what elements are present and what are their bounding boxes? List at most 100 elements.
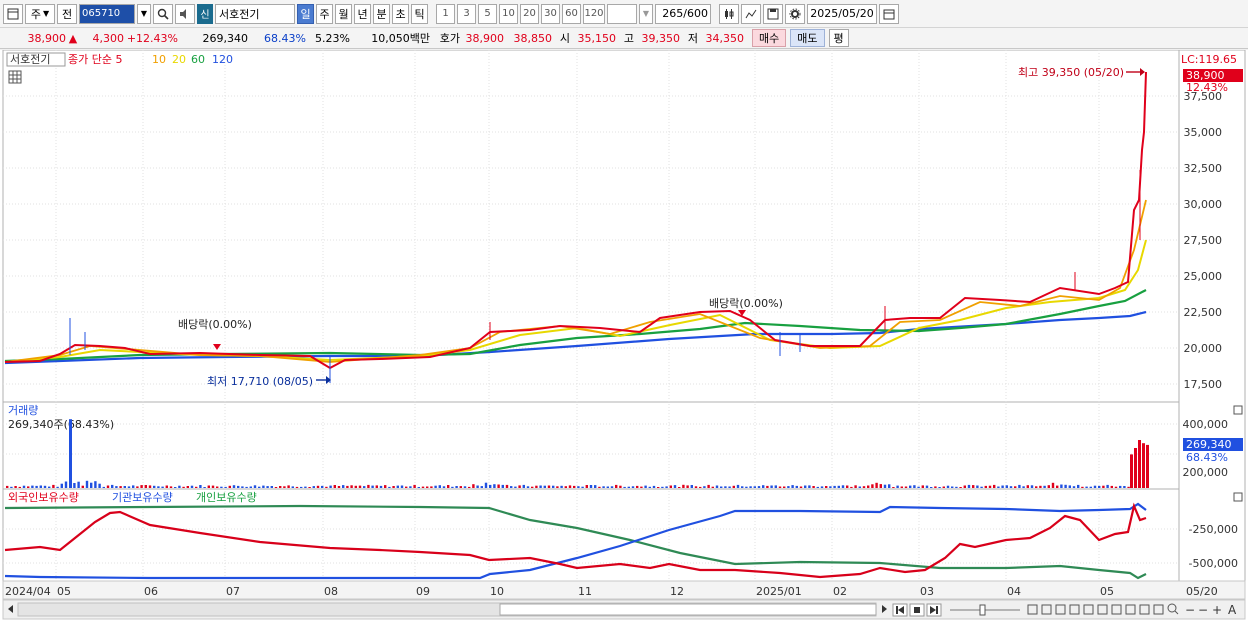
volume-bar [636, 485, 639, 488]
period-day[interactable]: 일 [297, 3, 314, 24]
volume-bar [909, 485, 912, 488]
volume-bar [707, 484, 710, 488]
volume-bar [804, 485, 807, 488]
volume-bar [556, 486, 559, 488]
interval-20[interactable]: 20 [520, 3, 539, 24]
count-input[interactable]: 265 [658, 7, 683, 20]
chart-area[interactable]: 서호전기 종가 단순 5 10 20 60 120 최고 39,350 (05/… [0, 49, 1248, 621]
volume-bar [434, 485, 437, 488]
eval-button[interactable]: 평 [828, 29, 849, 47]
volume-bar [132, 485, 135, 488]
interval-30[interactable]: 30 [541, 3, 560, 24]
window-menu-icon[interactable] [3, 3, 23, 24]
stock-name-field[interactable]: 서호전기 [215, 3, 295, 24]
drawing-tool-icon[interactable] [741, 3, 761, 24]
zoom-out-icon[interactable]: − [1185, 603, 1195, 617]
date-input[interactable]: 2025/05/20 [807, 3, 877, 24]
volume-bar [942, 486, 945, 488]
main-toolbar: 주 ▼ 전 065710 ▼ 신 서호전기 일 주 월 년 분 초 틱 1 3 … [0, 0, 1248, 28]
volume-bar [316, 485, 320, 488]
vol-y-tick-200000: 200,000 [1183, 466, 1229, 479]
gear-icon[interactable] [785, 3, 805, 24]
scrollbar-thumb[interactable] [499, 603, 877, 616]
stock-code-input[interactable]: 065710 [79, 3, 135, 24]
sell-button[interactable]: 매도 [790, 29, 825, 47]
volume-bar [48, 486, 51, 488]
calendar-icon[interactable] [879, 3, 899, 24]
volume-bar [812, 486, 815, 488]
interval-1[interactable]: 1 [436, 3, 455, 24]
x-label-11: 11 [578, 585, 592, 598]
search-icon[interactable] [153, 3, 173, 24]
volume-bar [157, 486, 160, 488]
dividend-label-1: 배당락(0.00%) [178, 318, 252, 331]
volume-bar [480, 486, 483, 488]
volume-bar [623, 486, 626, 488]
volume-bar [1102, 485, 1105, 488]
new-badge: 신 [197, 3, 213, 24]
volume-bar [1110, 485, 1113, 488]
first-page-icon[interactable] [892, 603, 908, 617]
interval-3[interactable]: 3 [457, 3, 476, 24]
volume-bar [900, 486, 903, 488]
volume-bar [728, 486, 731, 488]
holding-y-tick-250000: -250,000 [1189, 523, 1238, 536]
volume-bar [648, 486, 651, 488]
custom-interval-input[interactable] [607, 3, 637, 24]
interval-5[interactable]: 5 [478, 3, 497, 24]
lc-label: LC:119.65 [1181, 53, 1237, 66]
interval-60[interactable]: 60 [562, 3, 581, 24]
current-price: 38,900 [27, 31, 67, 45]
volume-bar [6, 485, 9, 488]
volume-bar [917, 486, 920, 488]
prev-button[interactable]: 전 [57, 3, 77, 24]
period-week[interactable]: 주 [316, 3, 333, 24]
volume-bar [106, 485, 110, 488]
volume-bar [1123, 486, 1126, 488]
stock-label: 서호전기 [10, 53, 50, 66]
low-annotation: 최저 17,710 (08/05) [207, 375, 313, 388]
view-type-select[interactable]: 주 ▼ [25, 3, 55, 24]
y-tick-27500: 27,500 [1184, 234, 1223, 247]
volume-bar [959, 487, 962, 488]
save-icon[interactable] [763, 3, 783, 24]
volume-bar [493, 484, 496, 488]
volume-bar [535, 485, 538, 488]
volume-bar [522, 484, 525, 488]
zoom-in-icon[interactable]: + [1212, 603, 1222, 617]
buy-button[interactable]: 매수 [752, 29, 787, 47]
volume-bar [388, 486, 391, 488]
period-second[interactable]: 초 [392, 3, 409, 24]
period-month[interactable]: 월 [335, 3, 352, 24]
volume-bar [547, 485, 551, 488]
volume-bar [967, 484, 971, 488]
volume-bar [1093, 485, 1097, 488]
volume-bar [757, 486, 761, 488]
volume-bar [501, 484, 504, 488]
volume-bar [837, 485, 840, 488]
auto-scale-icon[interactable]: A [1228, 603, 1237, 617]
candle-type-icon[interactable] [719, 3, 739, 24]
volume-bar [413, 484, 416, 488]
code-dropdown-icon[interactable]: ▼ [137, 3, 151, 24]
volume-bar [799, 486, 803, 488]
volume-bar [60, 483, 63, 488]
speaker-icon[interactable] [175, 3, 195, 24]
period-minute[interactable]: 분 [373, 3, 390, 24]
period-year[interactable]: 년 [354, 3, 371, 24]
volume-bar [883, 484, 887, 488]
interval-120[interactable]: 120 [583, 3, 605, 24]
panel-close-icon[interactable] [1233, 492, 1243, 502]
chevron-down-icon[interactable]: ▼ [639, 3, 653, 24]
interval-10[interactable]: 10 [499, 3, 518, 24]
volume-bar [182, 486, 185, 488]
table-icon[interactable] [8, 70, 22, 84]
zoom-out-icon[interactable]: − [1198, 603, 1208, 617]
volume-bar [833, 485, 836, 488]
period-tick[interactable]: 틱 [411, 3, 428, 24]
panel-close-icon[interactable] [1233, 405, 1243, 415]
volume-bar [594, 485, 597, 488]
open-label: 시 [559, 32, 570, 45]
last-page-icon[interactable] [926, 603, 942, 617]
stop-icon[interactable] [909, 603, 925, 617]
